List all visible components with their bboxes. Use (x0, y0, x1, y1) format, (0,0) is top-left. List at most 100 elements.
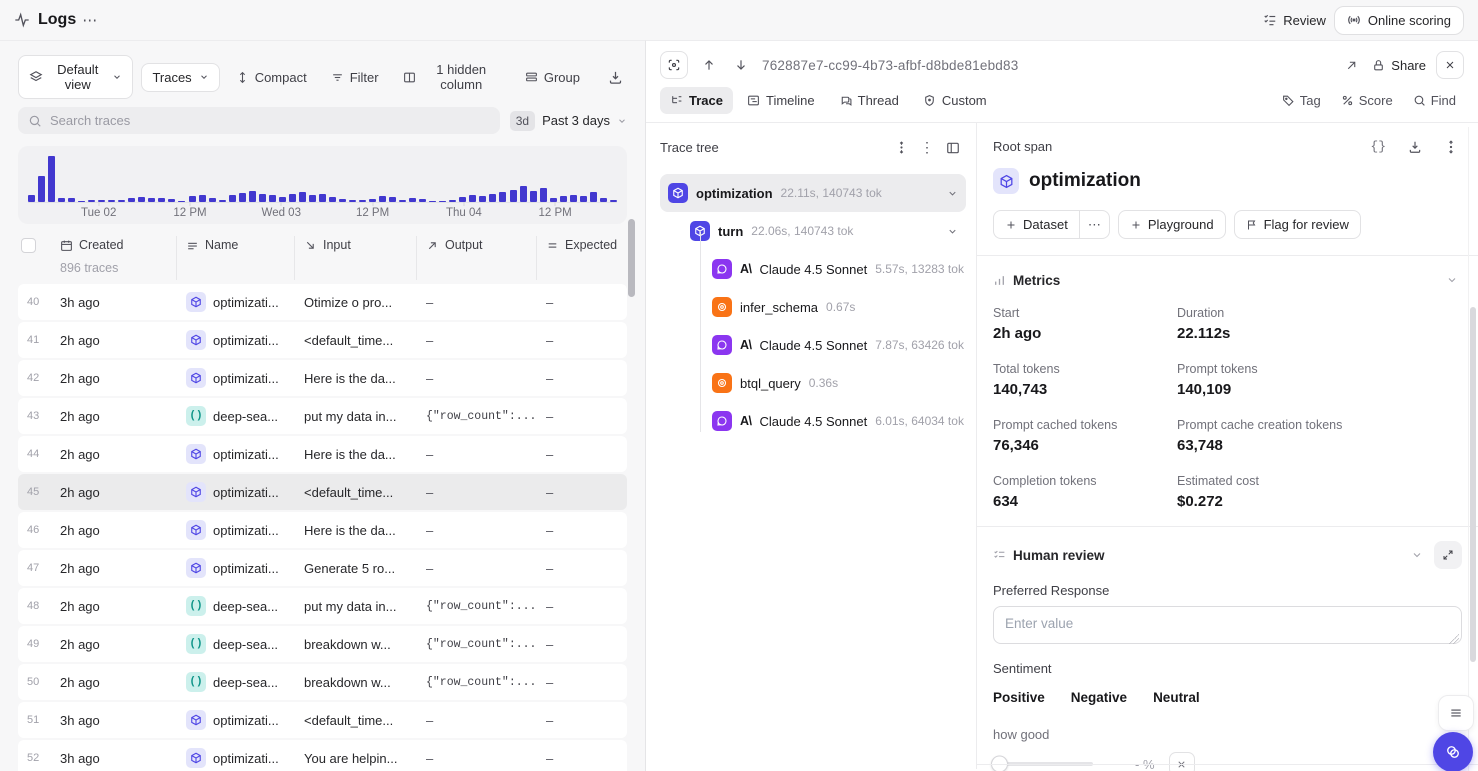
table-row[interactable]: 52 3h ago optimizati... You are helpin..… (18, 740, 627, 771)
column-header-input[interactable]: Input (294, 238, 416, 252)
table-row[interactable]: 49 2h ago () deep-sea... breakdown w... … (18, 626, 627, 662)
sentiment-option-positive[interactable]: Positive (993, 688, 1045, 707)
page-title: Logs (38, 11, 76, 29)
expand-review-button[interactable] (1434, 541, 1462, 569)
cell-created: 2h ago (52, 409, 176, 424)
tab-trace[interactable]: Trace (660, 87, 733, 114)
download-button[interactable] (604, 66, 627, 89)
detail-scroll-track[interactable] (1468, 127, 1478, 771)
chevron-down-icon[interactable] (1442, 270, 1462, 290)
trace-tree-node[interactable]: A\ Claude 4.5 Sonnet 6.01s, 64034 tok (660, 402, 966, 440)
search-box[interactable] (18, 107, 500, 134)
cell-expected: – (536, 675, 627, 690)
table-row[interactable]: 51 3h ago optimizati... <default_time...… (18, 702, 627, 738)
arrow-down-right-icon (304, 239, 317, 252)
cell-created: 2h ago (52, 561, 176, 576)
list-toolbar: Default view Traces Compact (18, 55, 627, 99)
column-header-expected[interactable]: Expected (536, 238, 627, 252)
date-range-selector[interactable]: 3d Past 3 days (510, 111, 627, 131)
optimization-icon (993, 168, 1019, 194)
detail-header: 762887e7-cc99-4b73-afbf-d8bde81ebd83 Sha… (646, 41, 1478, 87)
online-scoring-button[interactable]: Online scoring (1334, 6, 1464, 35)
add-to-playground-button[interactable]: Playground (1118, 210, 1226, 239)
chevron-down-icon[interactable] (1407, 545, 1427, 565)
trace-tree-node[interactable]: A\ Claude 4.5 Sonnet 7.87s, 63426 tok (660, 326, 966, 364)
close-button[interactable] (1436, 51, 1464, 79)
histogram-bar (48, 156, 55, 202)
function-icon: () (186, 596, 206, 616)
metric-label: Estimated cost (1177, 474, 1462, 488)
span-meta: 22.06s, 140743 tok (751, 224, 853, 238)
open-external-icon[interactable] (1341, 55, 1362, 76)
table-row[interactable]: 43 2h ago () deep-sea... put my data in.… (18, 398, 627, 434)
axis-tick-label: 12 PM (356, 207, 389, 219)
trace-tree-node[interactable]: turn 22.06s, 140743 tok (660, 212, 966, 250)
table-row[interactable]: 41 2h ago optimizati... <default_time...… (18, 322, 627, 358)
axis-tickmark (555, 202, 556, 206)
tag-button[interactable]: Tag (1274, 88, 1329, 113)
focus-trace-button[interactable] (660, 51, 688, 79)
table-row[interactable]: 47 2h ago optimizati... Generate 5 ro...… (18, 550, 627, 586)
next-trace-button[interactable] (730, 54, 752, 76)
view-json-button[interactable]: {} (1366, 135, 1390, 158)
add-to-dataset-button[interactable]: Dataset (993, 210, 1079, 239)
download-span-button[interactable] (1404, 136, 1426, 158)
column-header-output[interactable]: Output (416, 238, 536, 252)
table-scrollbar[interactable] (628, 219, 635, 297)
metric-item: Estimated cost $0.272 (1177, 474, 1462, 510)
table-row[interactable]: 40 3h ago optimizati... Otimize o pro...… (18, 284, 627, 320)
cell-name: () deep-sea... (176, 596, 294, 616)
sentiment-option-neutral[interactable]: Neutral (1153, 688, 1200, 707)
metric-value: 140,109 (1177, 381, 1462, 398)
lines-icon (186, 239, 199, 252)
table-row[interactable]: 48 2h ago () deep-sea... put my data in.… (18, 588, 627, 624)
page-menu-button[interactable]: ⋯ (76, 9, 104, 31)
tree-menu-button[interactable]: ⋮ (916, 135, 938, 160)
find-button[interactable]: Find (1405, 88, 1464, 113)
metric-value: 140,743 (993, 381, 1177, 398)
tab-thread[interactable]: Thread (829, 87, 909, 114)
row-number: 51 (18, 714, 52, 726)
table-row[interactable]: 44 2h ago optimizati... Here is the da..… (18, 436, 627, 472)
cell-input: <default_time... (294, 713, 416, 728)
assistant-button[interactable] (1433, 732, 1473, 771)
detail-scrollbar[interactable] (1470, 307, 1476, 662)
table-row[interactable]: 50 2h ago () deep-sea... breakdown w... … (18, 664, 627, 700)
table-row[interactable]: 45 2h ago optimizati... <default_time...… (18, 474, 627, 510)
expand-span-button[interactable] (1440, 136, 1462, 158)
row-number: 46 (18, 524, 52, 536)
trace-tree-node[interactable]: A\ Claude 4.5 Sonnet 5.57s, 13283 tok (660, 250, 966, 288)
how-good-label: how good (993, 727, 1462, 742)
table-row[interactable]: 42 2h ago optimizati... Here is the da..… (18, 360, 627, 396)
search-input[interactable] (50, 113, 490, 128)
score-button[interactable]: Score (1333, 88, 1401, 113)
expand-all-button[interactable] (891, 137, 912, 158)
dataset-more-button[interactable]: ⋯ (1079, 210, 1110, 239)
flag-for-review-button[interactable]: Flag for review (1234, 210, 1361, 239)
table-row[interactable]: 46 2h ago optimizati... Here is the da..… (18, 512, 627, 548)
side-menu-button[interactable] (1438, 695, 1474, 731)
hidden-columns-button[interactable]: 1 hidden column (395, 56, 509, 98)
sentiment-option-negative[interactable]: Negative (1071, 688, 1127, 707)
trace-tree-node[interactable]: btql_query 0.36s (660, 364, 966, 402)
compact-toggle[interactable]: Compact (228, 64, 315, 91)
mode-selector[interactable]: Traces (141, 63, 219, 92)
trace-tree-node[interactable]: optimization 22.11s, 140743 tok (660, 174, 966, 212)
select-all-checkbox[interactable] (21, 238, 36, 253)
previous-trace-button[interactable] (698, 54, 720, 76)
tab-custom[interactable]: Custom (913, 87, 997, 114)
traces-histogram[interactable]: Tue 0212 PMWed 0312 PMThu 0412 PM (18, 146, 627, 224)
tab-timeline[interactable]: Timeline (737, 87, 825, 114)
view-selector[interactable]: Default view (18, 55, 133, 99)
trace-tree-node[interactable]: infer_schema 0.67s (660, 288, 966, 326)
column-header-created[interactable]: Created (52, 238, 176, 252)
share-button[interactable]: Share (1372, 58, 1426, 73)
review-button[interactable]: Review (1255, 8, 1334, 33)
group-button[interactable]: Group (517, 64, 588, 91)
column-header-name[interactable]: Name (176, 238, 294, 252)
llm-chat-icon (712, 411, 732, 431)
preferred-response-input[interactable] (993, 606, 1462, 644)
clear-score-button[interactable] (1169, 752, 1195, 771)
filter-button[interactable]: Filter (323, 64, 387, 91)
collapse-panel-button[interactable] (942, 137, 964, 159)
